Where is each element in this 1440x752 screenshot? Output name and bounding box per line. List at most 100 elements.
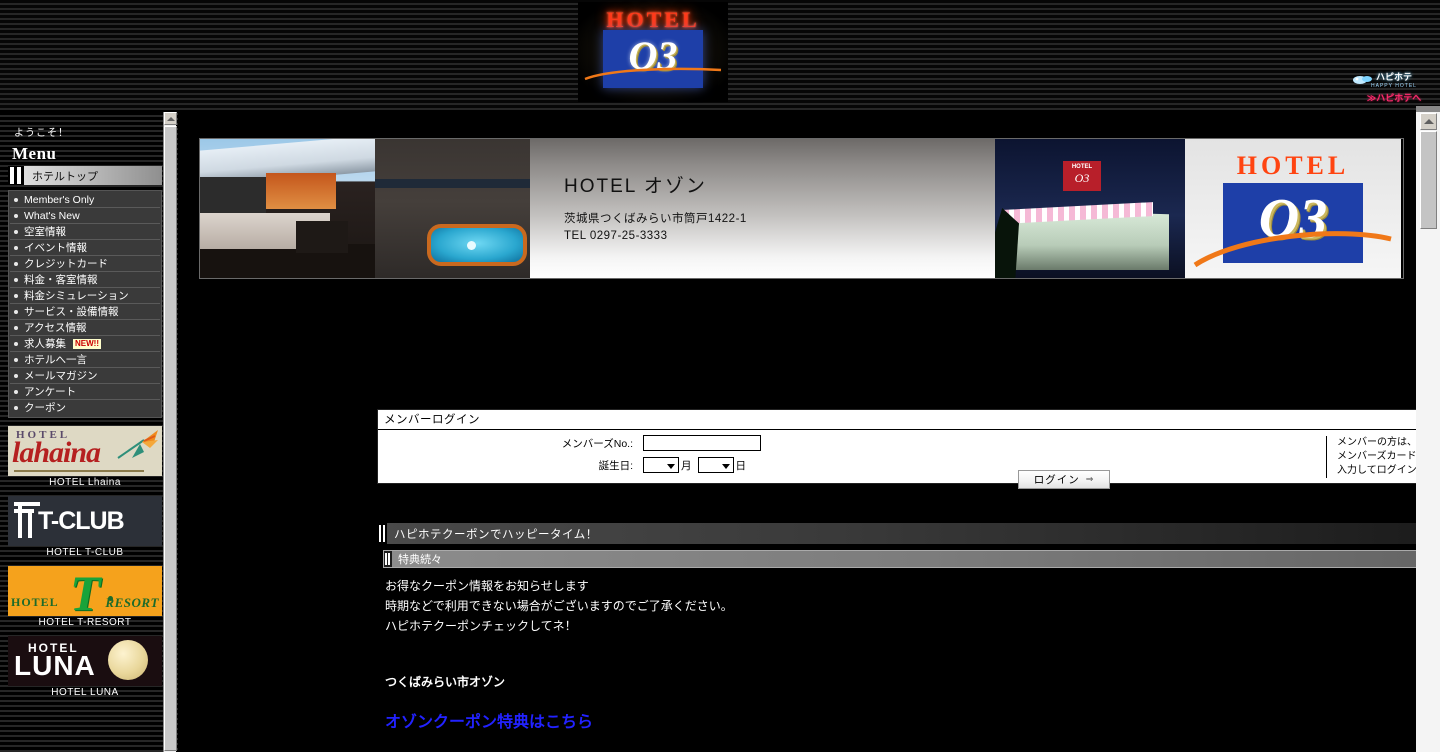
jacuzzi-wall-band xyxy=(375,179,530,188)
luna-caption: HOTEL LUNA xyxy=(51,687,119,698)
login-button[interactable]: ログイン ⇒ xyxy=(1018,470,1110,489)
building-rooftop-sign: HOTEL O3 xyxy=(1063,161,1101,191)
sidebar-item-label: クレジットカード xyxy=(24,258,108,270)
sidebar-item-rates-rooms[interactable]: 料金・客室情報 xyxy=(10,272,160,288)
sidebar-item-hotel-top[interactable]: ホテルトップ xyxy=(8,166,162,185)
happy-hotel-block[interactable]: ハピホテ HAPPY HOTEL ≫ハピホテへ xyxy=(1350,72,1438,108)
sidebar-item-label: サービス・設備情報 xyxy=(24,306,119,318)
sidebar-banner-luna[interactable]: HOTEL LUNA HOTEL LUNA xyxy=(8,636,162,700)
jacuzzi-light xyxy=(467,241,476,250)
member-login-form: メンバーズNo.: 誕生日: 月 日 xyxy=(553,435,761,479)
hero-info-panel: HOTEL オゾン 茨城県つくばみらい市筒戸1422-1 TEL 0297-25… xyxy=(530,139,995,278)
sidebar-item-label: 料金シミュレーション xyxy=(24,290,129,302)
tresort-resort-text: RESORT xyxy=(105,595,159,610)
menu-heading: Menu xyxy=(12,144,57,163)
page-root: HOTEL O3 ハピホテ HAPPY HOTEL ≫ハピホテへ ようこそ！ M… xyxy=(0,0,1440,752)
terrace-chair xyxy=(296,221,348,253)
birth-month-unit: 月 xyxy=(681,459,692,472)
double-bar-icon xyxy=(384,551,392,567)
hero-banner: HOTEL オゾン 茨城県つくばみらい市筒戸1422-1 TEL 0297-25… xyxy=(199,138,1404,279)
sidebar-scroll-thumb[interactable] xyxy=(164,126,177,751)
happy-hotel-icon xyxy=(1352,73,1374,87)
birth-day-select[interactable] xyxy=(697,457,734,473)
sidebar: ようこそ！ Menu ホテルトップ Member's Only What's N… xyxy=(0,112,176,752)
hotel-address: 茨城県つくばみらい市筒戸1422-1 xyxy=(564,213,747,225)
member-login-panel: メンバーログイン メンバーズNo.: 誕生日: 月 日 ログイン ⇒ メンバーの… xyxy=(377,409,1416,489)
welcome-text: ようこそ！ xyxy=(14,128,69,139)
tclub-name-text: T-CLUB xyxy=(38,507,125,535)
sidebar-item-credit-card[interactable]: クレジットカード xyxy=(10,256,160,272)
tresort-caption: HOTEL T-RESORT xyxy=(38,617,132,628)
page-scroll-up-icon[interactable] xyxy=(1419,113,1437,130)
sidebar-item-label: 料金・客室情報 xyxy=(24,274,98,286)
sidebar-banner-tresort[interactable]: HOTEL T RESORT HOTEL T-RESORT xyxy=(8,566,162,630)
coupon-ozon-link[interactable]: オゾンクーポン特典はこちら xyxy=(385,708,593,732)
sidebar-item-mail-magazine[interactable]: メールマガジン xyxy=(10,368,160,384)
hero-logo-hotel-text: HOTEL xyxy=(1236,151,1350,180)
coupon-section-title: ハピホテクーポンでハッピータイム！ xyxy=(394,528,598,541)
happy-hotel-link[interactable]: ≫ハピホテへ xyxy=(1350,92,1438,105)
hotel-name: HOTEL オゾン xyxy=(564,176,707,197)
coupon-intro-line-1: お得なクーポン情報をお知らせします xyxy=(385,579,589,593)
login-note-line-2: メンバーズカードNoの6桁と誕生日を xyxy=(1337,451,1416,462)
sidebar-item-access[interactable]: アクセス情報 xyxy=(10,320,160,336)
coupon-intro-line-3: ハピホテクーポンチェックしてネ！ xyxy=(385,619,577,633)
coupon-intro-text: お得なクーポン情報をお知らせします 時期などで利用できない場合がございますのでご… xyxy=(385,576,733,636)
lahaina-banner-image: HOTEL lahaina xyxy=(8,426,162,476)
sidebar-item-label: What's New xyxy=(24,210,80,222)
birth-month-select[interactable] xyxy=(643,457,679,473)
main-content: HOTEL オゾン 茨城県つくばみらい市筒戸1422-1 TEL 0297-25… xyxy=(178,112,1416,752)
sidebar-item-rate-simulation[interactable]: 料金シミュレーション xyxy=(10,288,160,304)
header-logo[interactable]: HOTEL O3 xyxy=(578,2,728,102)
page-scroll-thumb[interactable] xyxy=(1419,131,1437,229)
hotel-contact: 茨城県つくばみらい市筒戸1422-1 TEL 0297-25-3333 xyxy=(564,211,747,245)
coupon-ozon-heading: つくばみらい市オゾン xyxy=(385,675,506,689)
page-scrollbar[interactable] xyxy=(1416,112,1440,752)
birthday-row: 誕生日: 月 日 xyxy=(553,457,761,473)
sidebar-menu-list: Member's Only What's New 空室情報 イベント情報 クレジ… xyxy=(8,190,162,418)
sidebar-item-label: クーポン xyxy=(24,402,66,414)
sidebar-item-hotel-top-label: ホテルトップ xyxy=(32,170,98,183)
sidebar-banner-list: HOTEL lahaina HOTEL Lhaina T-CLUB HOTEL … xyxy=(8,426,162,700)
hero-photo-terrace xyxy=(200,139,375,278)
building-sign-o3-text: O3 xyxy=(1074,171,1090,185)
sidebar-item-coupon[interactable]: クーポン xyxy=(10,400,160,416)
hotel-tel: TEL 0297-25-3333 xyxy=(564,230,668,242)
sidebar-banner-lahaina[interactable]: HOTEL lahaina HOTEL Lhaina xyxy=(8,426,162,490)
sidebar-item-recruit[interactable]: 求人募集 NEW!! xyxy=(10,336,160,352)
sidebar-scrollbar[interactable] xyxy=(163,112,177,752)
coupon-section-title-bar: ハピホテクーポンでハッピータイム！ xyxy=(377,523,1416,544)
hero-photo-building-night: HOTEL O3 xyxy=(995,139,1185,278)
terrace-orange-wall xyxy=(266,173,336,209)
tresort-t-mark: T xyxy=(70,566,101,616)
hero-logo-swoosh-icon xyxy=(1191,205,1395,278)
sidebar-banner-tclub[interactable]: T-CLUB HOTEL T-CLUB xyxy=(8,496,162,560)
tclub-caption: HOTEL T-CLUB xyxy=(46,547,124,558)
sidebar-item-questionnaire[interactable]: アンケート xyxy=(10,384,160,400)
double-bar-icon xyxy=(8,166,24,185)
sidebar-item-label: 求人募集 xyxy=(24,338,66,350)
member-number-row: メンバーズNo.: xyxy=(553,435,761,451)
sidebar-item-event[interactable]: イベント情報 xyxy=(10,240,160,256)
tclub-banner-image: T-CLUB xyxy=(8,496,162,546)
jacuzzi-tub xyxy=(427,224,527,266)
birth-day-unit: 日 xyxy=(735,459,747,472)
sidebar-item-label: イベント情報 xyxy=(24,242,87,254)
member-number-input[interactable] xyxy=(643,435,761,451)
sidebar-item-label: アクセス情報 xyxy=(24,322,87,334)
sidebar-item-service-facility[interactable]: サービス・設備情報 xyxy=(10,304,160,320)
sidebar-item-whats-new[interactable]: What's New xyxy=(10,208,160,224)
sidebar-item-label: 空室情報 xyxy=(24,226,66,238)
header-logo-swoosh-icon xyxy=(583,66,723,82)
sidebar-item-vacancy[interactable]: 空室情報 xyxy=(10,224,160,240)
birthday-label: 誕生日: xyxy=(598,459,633,472)
coupon-intro-line-2: 時期などで利用できない場合がございますのでご了承ください。 xyxy=(385,599,733,613)
coupon-subsection-bar: 特典続々 xyxy=(383,550,1416,568)
sidebar-scroll-up-icon[interactable] xyxy=(164,112,177,125)
sidebar-item-label: メールマガジン xyxy=(24,370,98,382)
coupon-subsection-title: 特典続々 xyxy=(398,554,442,566)
login-note-line-1: メンバーの方は、メンバーログインへ xyxy=(1337,437,1416,448)
hero-photo-jacuzzi xyxy=(375,139,530,278)
sidebar-item-members-only[interactable]: Member's Only xyxy=(10,192,160,208)
sidebar-item-message-to-hotel[interactable]: ホテルへ一言 xyxy=(10,352,160,368)
